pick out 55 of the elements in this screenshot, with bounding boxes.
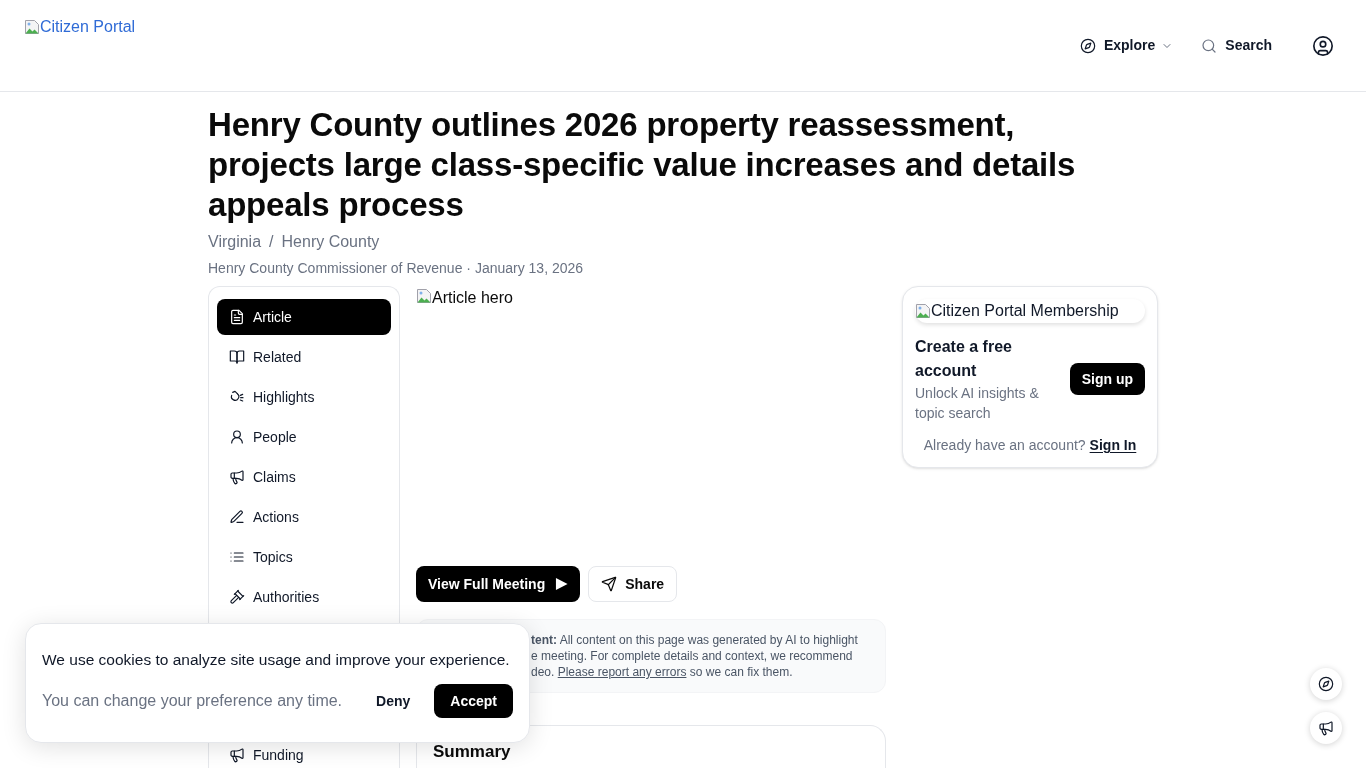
logo-link[interactable]: Citizen Portal bbox=[24, 17, 136, 37]
view-meeting-button[interactable]: View Full Meeting bbox=[416, 566, 581, 602]
broken-image-icon bbox=[915, 303, 931, 319]
sidebar-item[interactable]: People bbox=[217, 419, 391, 455]
sidebar-item[interactable]: Topics bbox=[217, 539, 391, 575]
megaphone-icon bbox=[229, 746, 245, 763]
sidebar-item[interactable]: Claims bbox=[217, 459, 391, 495]
sidebar-item[interactable]: Related bbox=[217, 339, 391, 375]
open-book-icon bbox=[229, 349, 245, 365]
image-alt-text: Article hero bbox=[432, 288, 513, 308]
search-label: Search bbox=[1225, 36, 1272, 55]
sidebar-item[interactable]: Article bbox=[217, 299, 391, 335]
report-errors-link[interactable]: Please report any errors bbox=[557, 665, 687, 679]
file-text-icon bbox=[229, 309, 245, 325]
explore-menu-button[interactable]: Explore bbox=[1071, 27, 1182, 64]
user-icon[interactable] bbox=[1312, 34, 1334, 57]
broken-image-icon bbox=[24, 19, 40, 35]
article-title: Henry County outlines 2026 property reassessment, projects large class-specific value increases and details appeals process bbox=[208, 105, 1077, 225]
article-byline: Henry County Commissioner of Revenue · January 13, 2026 bbox=[208, 259, 585, 278]
compass-icon bbox=[1318, 676, 1334, 692]
search-icon bbox=[1201, 37, 1218, 54]
deny-button[interactable]: Deny bbox=[360, 684, 427, 718]
compass-button[interactable] bbox=[1310, 668, 1342, 700]
send-icon bbox=[601, 576, 618, 592]
signin-prompt: Already have an account? bbox=[923, 436, 1086, 455]
sidebar-item[interactable]: Authorities bbox=[217, 579, 391, 615]
megaphone-icon bbox=[1318, 720, 1334, 736]
broken-image-icon bbox=[416, 288, 432, 304]
disclaimer-text: tent: All content on this page was generated by AI to highlight e meeting. For complete details and context, we recommend deo. Please report any errors so we can fix them. bbox=[531, 632, 859, 680]
membership-title: Create a free account bbox=[915, 337, 1013, 381]
sidebar-item[interactable]: Funding bbox=[217, 741, 391, 768]
breadcrumb-link[interactable]: Henry County bbox=[281, 230, 380, 254]
spotlight-icon bbox=[229, 389, 245, 405]
cookie-note: You can change your preference any time. bbox=[42, 691, 344, 711]
megaphone-icon bbox=[229, 469, 245, 485]
sign-up-button[interactable]: Sign up bbox=[1069, 363, 1145, 395]
person-icon bbox=[229, 429, 245, 445]
sign-in-link[interactable]: Sign In bbox=[1089, 435, 1137, 455]
cookie-message: We use cookies to analyze site usage and improve your experience. bbox=[42, 650, 511, 670]
breadcrumb-separator: / bbox=[269, 232, 274, 252]
gavel-icon bbox=[229, 589, 245, 605]
pencil-icon bbox=[229, 509, 245, 525]
compass-icon bbox=[1079, 37, 1096, 54]
explore-label: Explore bbox=[1103, 36, 1156, 55]
sidebar-item[interactable]: Highlights bbox=[217, 379, 391, 415]
search-button[interactable]: Search bbox=[1193, 27, 1280, 64]
membership-subtitle: Unlock AI insights & topic search bbox=[915, 384, 1040, 423]
megaphone-button[interactable] bbox=[1310, 712, 1342, 744]
image-alt-text: Citizen Portal Membership bbox=[931, 301, 1119, 321]
play-icon bbox=[555, 577, 569, 591]
accept-button[interactable]: Accept bbox=[434, 684, 513, 718]
summary-heading: Summary bbox=[433, 742, 512, 762]
sidebar-item[interactable]: Actions bbox=[217, 499, 391, 535]
breadcrumb-link[interactable]: Virginia bbox=[208, 230, 262, 254]
share-button[interactable]: Share bbox=[588, 566, 678, 602]
